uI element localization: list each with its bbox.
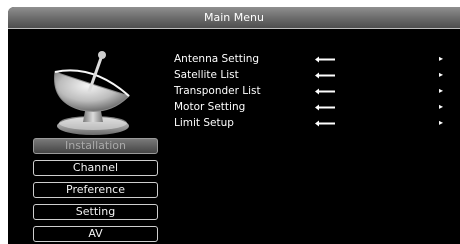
- enter-arrow-icon: [315, 56, 335, 63]
- window-title: Main Menu: [8, 7, 460, 29]
- chevron-right-icon: ▸: [439, 54, 444, 63]
- submenu-item-limit-setup[interactable]: Limit Setup ▸: [174, 115, 454, 131]
- chevron-right-icon: ▸: [439, 86, 444, 95]
- submenu-item-label: Satellite List: [174, 69, 239, 81]
- submenu-item-label: Limit Setup: [174, 117, 234, 129]
- submenu-item-label: Motor Setting: [174, 101, 246, 113]
- submenu-item-label: Antenna Setting: [174, 53, 260, 65]
- enter-arrow-icon: [315, 120, 335, 127]
- enter-arrow-icon: [315, 72, 335, 79]
- menu-item-setting[interactable]: Setting: [33, 204, 158, 220]
- chevron-right-icon: ▸: [439, 102, 444, 111]
- menu-item-preference[interactable]: Preference: [33, 182, 158, 198]
- menu-item-installation[interactable]: Installation: [33, 138, 158, 154]
- chevron-right-icon: ▸: [439, 118, 444, 127]
- submenu-item-antenna-setting[interactable]: Antenna Setting ▸: [174, 51, 454, 67]
- submenu-item-satellite-list[interactable]: Satellite List ▸: [174, 67, 454, 83]
- submenu-item-transponder-list[interactable]: Transponder List ▸: [174, 83, 454, 99]
- enter-arrow-icon: [315, 104, 335, 111]
- main-menu-window: Main Menu Installation Channel Preferenc…: [8, 7, 460, 244]
- menu-item-channel[interactable]: Channel: [33, 160, 158, 176]
- chevron-right-icon: ▸: [439, 70, 444, 79]
- enter-arrow-icon: [315, 88, 335, 95]
- submenu-item-motor-setting[interactable]: Motor Setting ▸: [174, 99, 454, 115]
- installation-submenu: Antenna Setting ▸ Satellite List ▸ Trans…: [174, 51, 454, 131]
- satellite-dish-icon: [54, 51, 130, 135]
- left-menu: Installation Channel Preference Setting …: [33, 138, 158, 244]
- submenu-item-label: Transponder List: [174, 85, 261, 97]
- menu-item-av[interactable]: AV: [33, 226, 158, 242]
